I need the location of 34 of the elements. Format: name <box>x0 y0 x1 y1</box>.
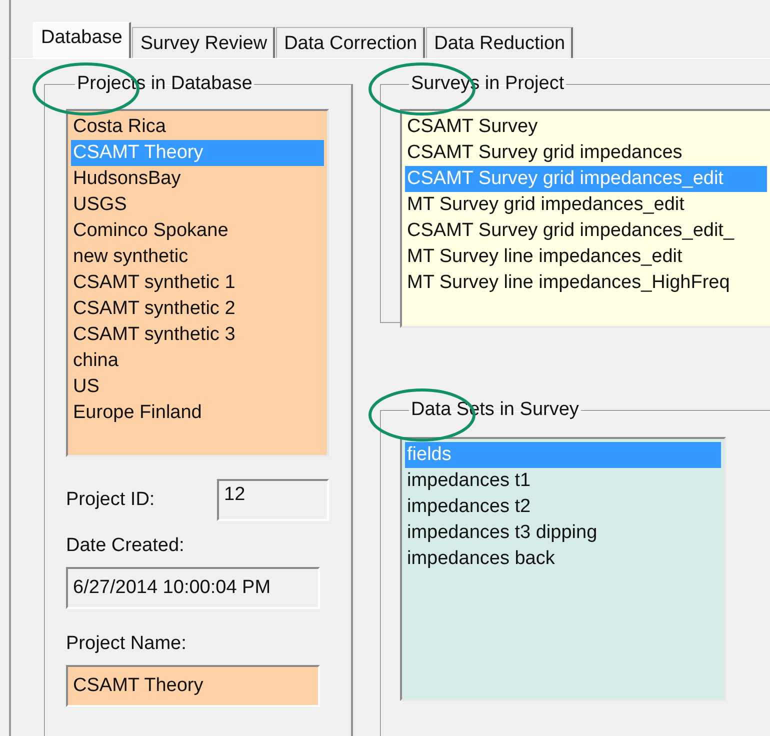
list-item[interactable]: CSAMT synthetic 3 <box>71 322 324 348</box>
survey-list[interactable] <box>400 109 770 328</box>
list-item[interactable]: new synthetic <box>71 244 324 270</box>
input-field[interactable]: 6/27/2014 10:00:04 PM <box>66 567 320 609</box>
data-set-list[interactable]: fields impedances t1 impedances t2 impedances t3 dipping impedances back <box>400 437 726 701</box>
list-item[interactable]: Costa Rica <box>71 114 324 140</box>
list-item[interactable]: US <box>71 374 324 400</box>
list-item[interactable]: MT Survey grid impedances_edit <box>405 192 767 218</box>
list-item[interactable]: Europe Finland <box>71 400 324 426</box>
list-item[interactable]: CSAMT Survey <box>405 114 767 140</box>
list-item[interactable]: impedances back <box>405 546 721 572</box>
tab[interactable]: Database <box>33 22 132 58</box>
list-item[interactable]: CSAMT synthetic 2 <box>71 296 324 322</box>
list-item[interactable]: CSAMT Survey grid impedances_edit_ <box>405 218 767 244</box>
tab[interactable]: Data Correction <box>276 27 426 58</box>
input-field[interactable]: CSAMT Theory <box>66 665 320 707</box>
field-label: Project Name: <box>66 633 188 655</box>
list-item[interactable]: impedances t3 dipping <box>405 520 721 546</box>
list-item[interactable]: MT Survey line impedances_edit <box>405 244 767 270</box>
input-field[interactable]: 12 <box>217 479 329 521</box>
tab[interactable]: Data Reduction <box>426 27 574 58</box>
list-item[interactable]: HudsonsBay <box>71 166 324 192</box>
list-item[interactable]: china <box>71 348 324 374</box>
list-item[interactable]: impedances t1 <box>405 468 721 494</box>
project-list[interactable]: Costa Rica CSAMT Theory HudsonsBay USGS Cominco Spokane new synthetic CSAMT synthetic 1 CSAMT synthetic 2 CSAMT synthetic 3 china US Europe Finland <box>66 109 329 457</box>
list-item[interactable]: Cominco Spokane <box>71 218 324 244</box>
list-item[interactable]: CSAMT Survey grid impedances <box>405 140 767 166</box>
list-item[interactable]: CSAMT synthetic 1 <box>71 270 324 296</box>
list-item[interactable]: impedances t2 <box>405 494 721 520</box>
field-label: Date Created: <box>66 535 186 557</box>
list-item[interactable]: MT Survey line impedances_HighFreq <box>405 270 767 296</box>
field-label: Project ID: <box>66 489 155 511</box>
tab[interactable]: Survey Review <box>132 27 276 58</box>
list-item[interactable]: USGS <box>71 192 324 218</box>
